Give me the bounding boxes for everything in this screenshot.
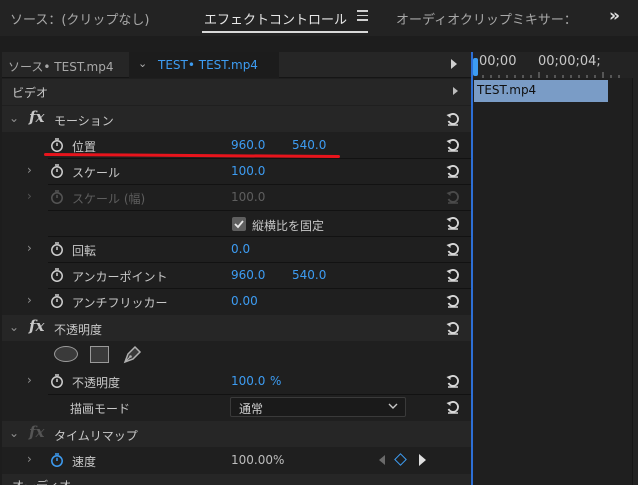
- opacity-value[interactable]: 100.0: [231, 374, 265, 388]
- panel-menu-icon[interactable]: [357, 10, 368, 21]
- timeline-scroll-strip[interactable]: [633, 52, 638, 485]
- motion-effect-row[interactable]: ⌄ fx モーション: [2, 106, 471, 132]
- blend-mode-dropdown[interactable]: 通常: [230, 397, 406, 417]
- reset-icon[interactable]: [445, 267, 461, 283]
- speed-label: 速度: [72, 455, 97, 469]
- time-remap-effect-row[interactable]: ⌄ fx タイムリマップ: [2, 421, 471, 447]
- reset-icon[interactable]: [445, 111, 461, 127]
- rotation-label: 回転: [72, 244, 97, 258]
- time-remap-label: タイムリマップ: [54, 429, 138, 443]
- ruler-ticks: [482, 72, 620, 78]
- stopwatch-icon[interactable]: [50, 374, 64, 388]
- timecode-start: 00;00: [479, 54, 517, 69]
- scale-width-row: › スケール (幅) 100.0: [2, 184, 471, 210]
- stopwatch-icon[interactable]: [50, 242, 64, 256]
- collapse-chevron-icon[interactable]: ⌄: [9, 111, 19, 125]
- blend-mode-label: 描画モード: [70, 402, 131, 416]
- reset-icon[interactable]: [445, 293, 461, 309]
- scale-value[interactable]: 100.0: [231, 164, 265, 178]
- rotation-row: › 回転 0.0: [2, 236, 471, 262]
- tab-audio-clip-mixer[interactable]: オーディオクリップミキサー：: [396, 9, 577, 28]
- expand-chevron-icon[interactable]: ›: [27, 452, 32, 466]
- ellipse-mask-icon[interactable]: [54, 346, 78, 362]
- opacity-unit: %: [270, 374, 282, 388]
- timecode-next: 00;00;04;: [538, 54, 601, 69]
- fx-icon[interactable]: fx: [29, 317, 44, 335]
- sequence-clip-tab[interactable]: TEST• TEST.mp4: [158, 58, 258, 72]
- uniform-scale-checkbox[interactable]: [232, 217, 246, 231]
- scroll-right-icon[interactable]: [453, 87, 458, 95]
- scale-width-value: 100.0: [231, 190, 266, 204]
- fx-icon[interactable]: fx: [29, 108, 44, 126]
- anchor-x-value[interactable]: 960.0: [231, 268, 265, 282]
- time-ruler[interactable]: 00;00 00;00;04;: [473, 52, 638, 78]
- stopwatch-icon: [51, 190, 63, 204]
- stopwatch-icon[interactable]: [50, 268, 64, 282]
- expand-chevron-icon[interactable]: ›: [27, 189, 32, 203]
- opacity-effect-row[interactable]: ⌄ fx 不透明度: [2, 315, 471, 341]
- video-section-header: ビデオ: [2, 79, 471, 105]
- expand-chevron-icon[interactable]: ›: [27, 241, 32, 255]
- reset-icon[interactable]: [445, 163, 461, 179]
- reset-icon[interactable]: [445, 137, 461, 153]
- opacity-row: › 不透明度 100.0 %: [2, 368, 471, 394]
- reset-icon: [446, 191, 459, 204]
- uniform-scale-label: 縦横比を固定: [252, 219, 325, 233]
- effect-timeline: 00;00 00;00;04; TEST.mp4: [473, 52, 638, 485]
- antiflicker-label: アンチフリッカー: [72, 296, 168, 310]
- motion-label: モーション: [54, 114, 114, 128]
- reset-icon[interactable]: [445, 320, 461, 336]
- blend-mode-selected: 通常: [239, 402, 264, 416]
- scale-row: › スケール 100.0: [2, 158, 471, 184]
- expand-chevron-icon[interactable]: ›: [27, 293, 32, 307]
- stopwatch-active-icon[interactable]: [50, 453, 64, 467]
- audio-section-label: オーディオ: [12, 477, 71, 485]
- panel-tab-bar: ソース：(クリップなし) エフェクトコントロール オーディオクリップミキサー： …: [0, 0, 638, 36]
- reset-icon[interactable]: [445, 399, 461, 415]
- position-y-value[interactable]: 540.0: [292, 138, 326, 152]
- tab-source-monitor[interactable]: ソース：(クリップなし): [10, 9, 150, 28]
- tab-effect-controls[interactable]: エフェクトコントロール: [204, 9, 347, 28]
- pen-mask-icon[interactable]: [122, 344, 144, 364]
- next-keyframe-icon[interactable]: [419, 454, 426, 466]
- source-clip-tab[interactable]: ソース• TEST.mp4: [8, 58, 113, 75]
- timeline-clip[interactable]: TEST.mp4: [474, 80, 608, 102]
- clip-name: TEST.mp4: [477, 83, 537, 97]
- opacity-label: 不透明度: [72, 376, 121, 390]
- antiflicker-value[interactable]: 0.00: [231, 294, 258, 308]
- collapse-chevron-icon[interactable]: ⌄: [9, 320, 19, 334]
- expand-chevron-icon[interactable]: ›: [27, 163, 32, 177]
- fx-icon: fx: [29, 423, 45, 441]
- scale-width-label: スケール (幅): [72, 192, 146, 206]
- reset-icon[interactable]: [445, 241, 461, 257]
- previous-keyframe-icon[interactable]: [379, 455, 385, 465]
- anchor-point-row: アンカーポイント 960.0 540.0: [2, 262, 471, 288]
- effect-controls-panel: ソース• TEST.mp4 ⌄ TEST• TEST.mp4 ビデオ ⌄ fx …: [2, 52, 473, 485]
- playhead[interactable]: [473, 58, 478, 76]
- stopwatch-icon[interactable]: [50, 164, 64, 178]
- play-triangle-icon[interactable]: [451, 59, 457, 69]
- chevron-down-icon[interactable]: ⌄: [138, 57, 147, 70]
- scale-label: スケール: [72, 166, 121, 180]
- opacity-section-label: 不透明度: [54, 323, 103, 337]
- stopwatch-icon[interactable]: [50, 138, 64, 152]
- speed-value[interactable]: 100.00%: [231, 453, 284, 467]
- rotation-value[interactable]: 0.0: [231, 242, 250, 256]
- reset-icon[interactable]: [445, 215, 461, 231]
- stopwatch-icon[interactable]: [50, 294, 64, 308]
- active-tab-indicator: [202, 31, 368, 33]
- anchor-y-value[interactable]: 540.0: [292, 268, 326, 282]
- more-tabs-icon[interactable]: ››: [609, 6, 620, 26]
- reset-icon[interactable]: [445, 373, 461, 389]
- audio-section-header[interactable]: オーディオ: [2, 474, 471, 485]
- collapse-chevron-icon[interactable]: ⌄: [9, 426, 19, 440]
- expand-chevron-icon[interactable]: ›: [27, 373, 32, 387]
- anchor-point-label: アンカーポイント: [72, 270, 168, 284]
- rectangle-mask-icon[interactable]: [90, 346, 109, 363]
- clip-selector-bar: ソース• TEST.mp4 ⌄ TEST• TEST.mp4: [2, 52, 471, 78]
- position-x-value[interactable]: 960.0: [231, 138, 265, 152]
- chevron-down-icon: [388, 403, 398, 409]
- antiflicker-row: › アンチフリッカー 0.00: [2, 288, 471, 314]
- video-section-label: ビデオ: [12, 86, 49, 100]
